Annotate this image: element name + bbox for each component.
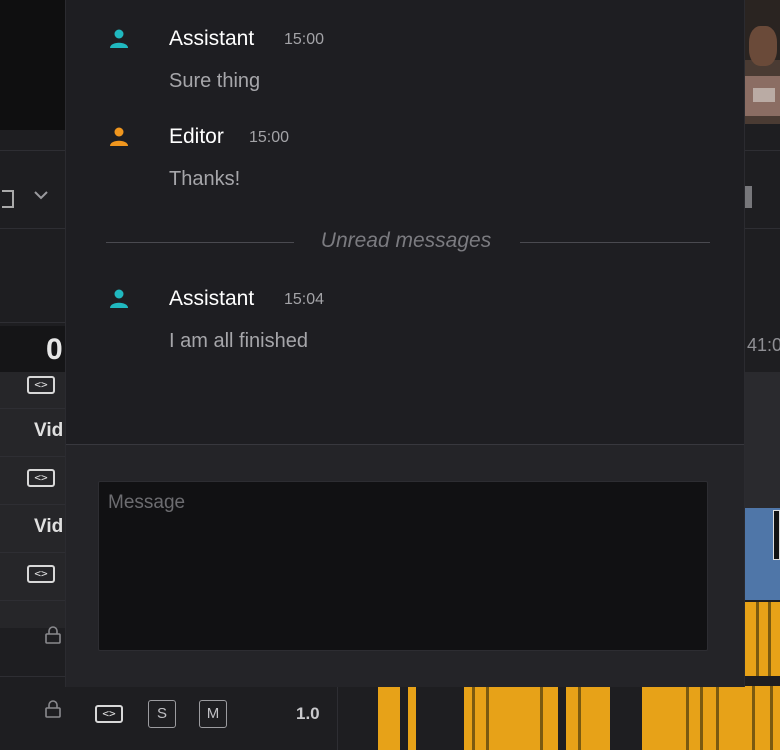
lock-icon[interactable]	[44, 700, 62, 723]
audio-clip[interactable]	[744, 686, 780, 750]
marker-icon	[744, 186, 752, 208]
message-input[interactable]	[98, 481, 708, 651]
message-time: 15:00	[284, 31, 325, 48]
message-text: Thanks!	[169, 168, 241, 190]
solo-button[interactable]: S	[148, 700, 176, 728]
message-author: Assistant	[169, 287, 255, 310]
message-time: 15:00	[249, 129, 290, 146]
selection-tool-icon[interactable]	[2, 190, 14, 208]
lock-icon[interactable]	[44, 626, 62, 649]
timecode-left: 0	[46, 333, 63, 366]
chevron-down-icon[interactable]	[33, 188, 49, 206]
message-author: Editor	[169, 125, 224, 148]
mute-button[interactable]: M	[199, 700, 227, 728]
link-icon[interactable]: <>	[95, 705, 123, 723]
divider	[744, 150, 780, 151]
audio-clip[interactable]	[408, 686, 416, 750]
message-text: Sure thing	[169, 70, 261, 92]
unread-divider	[106, 242, 294, 243]
unread-divider	[520, 242, 710, 243]
audio-clip[interactable]	[464, 686, 558, 750]
unread-messages-label: Unread messages	[320, 229, 492, 252]
message-composer	[66, 444, 744, 687]
user-icon	[110, 29, 128, 48]
divider	[0, 228, 65, 229]
link-icon[interactable]: <>	[27, 565, 55, 583]
message-author: Assistant	[169, 27, 255, 50]
track-volume: 1.0	[296, 704, 320, 723]
audio-clip[interactable]	[744, 602, 780, 676]
user-icon	[110, 127, 128, 146]
audio-clip[interactable]	[642, 686, 744, 750]
track-label: Vid	[34, 420, 64, 441]
track-label: Vid	[34, 516, 64, 537]
message-time: 15:04	[284, 291, 325, 308]
user-icon	[110, 289, 128, 308]
divider	[0, 150, 65, 151]
divider	[0, 322, 65, 323]
audio-clip[interactable]	[378, 686, 400, 750]
audio-clip[interactable]	[566, 686, 610, 750]
divider	[744, 228, 780, 229]
chat-panel: Assistant 15:00 Sure thing Editor 15:00 …	[66, 0, 744, 687]
timecode-right: 41:04	[747, 335, 780, 355]
source-viewer	[0, 0, 65, 130]
link-icon[interactable]: <>	[27, 469, 55, 487]
link-icon[interactable]: <>	[27, 376, 55, 394]
message-text: I am all finished	[169, 330, 308, 352]
timeline-viewer	[745, 0, 780, 124]
